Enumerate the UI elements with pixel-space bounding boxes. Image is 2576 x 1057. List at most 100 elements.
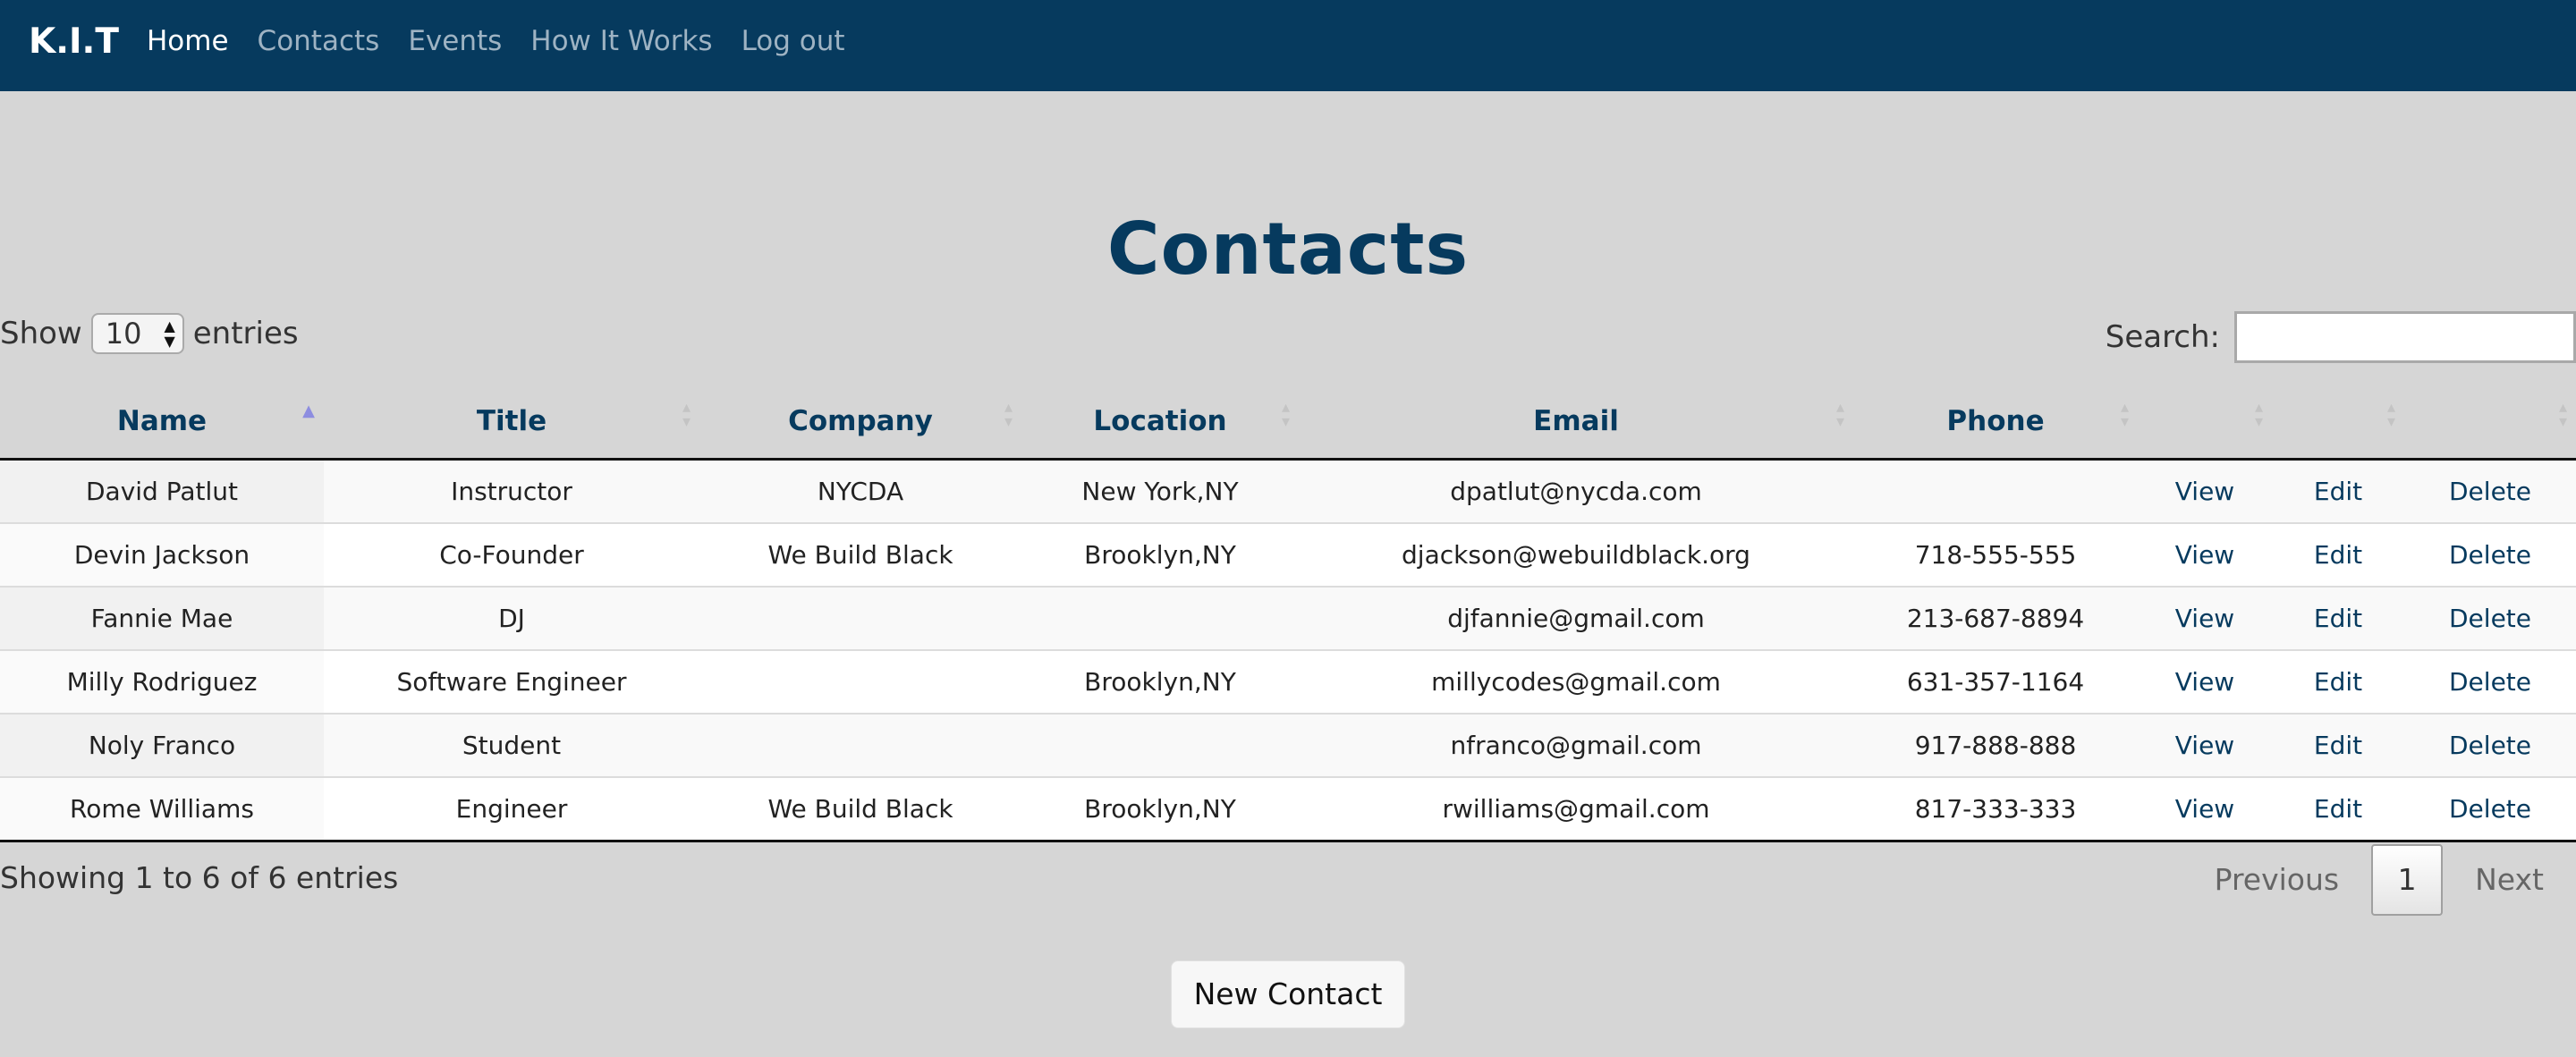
sort-both-icon: ▴ ▾ (1835, 398, 1844, 431)
edit-link[interactable]: Edit (2314, 667, 2362, 697)
column-header-name[interactable]: Name ▲ (0, 385, 324, 461)
edit-link[interactable]: Edit (2314, 540, 2362, 570)
view-link[interactable]: View (2175, 731, 2234, 760)
cell-title: Engineer (324, 776, 699, 842)
sort-both-icon: ▴ ▾ (682, 398, 691, 431)
nav-menu: Home Contacts Events How It Works Log ou… (147, 25, 845, 57)
sort-both-icon: ▴ ▾ (2558, 398, 2567, 431)
view-link[interactable]: View (2175, 794, 2234, 824)
view-link[interactable]: View (2175, 667, 2234, 697)
edit-link[interactable]: Edit (2314, 794, 2362, 824)
column-header-location[interactable]: Location ▴ ▾ (1021, 385, 1299, 461)
column-header-edit[interactable]: ▴ ▾ (2272, 385, 2404, 461)
brand-logo[interactable]: K.I.T (29, 21, 119, 62)
column-header-phone[interactable]: Phone ▴ ▾ (1853, 385, 2138, 461)
cell-title: Software Engineer (324, 649, 699, 714)
previous-page-button[interactable]: Previous (2182, 844, 2371, 916)
cell-name: Devin Jackson (0, 522, 324, 587)
column-header-email[interactable]: Email ▴ ▾ (1299, 385, 1853, 461)
cell-phone: 718-555-555 (1853, 522, 2138, 587)
cell-email: djfannie@gmail.com (1299, 586, 1853, 650)
cell-email: nfranco@gmail.com (1299, 713, 1853, 777)
search-input[interactable] (2234, 311, 2576, 363)
sort-both-icon: ▴ ▾ (2254, 398, 2263, 431)
cell-location (1021, 586, 1299, 650)
next-page-button[interactable]: Next (2443, 844, 2576, 916)
view-link[interactable]: View (2175, 477, 2234, 506)
new-contact-button[interactable]: New Contact (1171, 960, 1405, 1028)
entries-select[interactable]: 10 ▲ ▼ (90, 313, 184, 354)
nav-link-log-out[interactable]: Log out (741, 25, 845, 57)
nav-link-how-it-works[interactable]: How It Works (530, 25, 712, 57)
cell-email: dpatlut@nycda.com (1299, 459, 1853, 523)
nav-link-home[interactable]: Home (147, 25, 229, 57)
length-prefix-label: Show (0, 316, 82, 351)
top-navbar: K.I.T Home Contacts Events How It Works … (0, 0, 2576, 91)
delete-link[interactable]: Delete (2449, 731, 2531, 760)
page-title: Contacts (1106, 207, 1470, 291)
table-row: David Patlut Instructor NYCDA New York,N… (0, 459, 2576, 523)
cell-name: Milly Rodriguez (0, 649, 324, 714)
cell-company (699, 586, 1021, 650)
cell-company: We Build Black (699, 522, 1021, 587)
sort-both-icon: ▴ ▾ (1281, 398, 1290, 431)
page-1-button[interactable]: 1 (2371, 844, 2444, 916)
cell-title: Co-Founder (324, 522, 699, 587)
cell-phone: 817-333-333 (1853, 776, 2138, 842)
table-row: Rome Williams Engineer We Build Black Br… (0, 776, 2576, 842)
cell-location: New York,NY (1021, 459, 1299, 523)
column-header-title[interactable]: Title ▴ ▾ (324, 385, 699, 461)
cell-name: David Patlut (0, 459, 324, 523)
cell-phone: 631-357-1164 (1853, 649, 2138, 714)
cell-company (699, 649, 1021, 714)
cell-company: We Build Black (699, 776, 1021, 842)
cell-email: djackson@webuildblack.org (1299, 522, 1853, 587)
column-header-view[interactable]: ▴ ▾ (2138, 385, 2272, 461)
cell-location: Brooklyn,NY (1021, 522, 1299, 587)
cell-location: Brooklyn,NY (1021, 649, 1299, 714)
cell-company: NYCDA (699, 459, 1021, 523)
search-control: Search: (2106, 311, 2576, 363)
entries-select-value: 10 (105, 317, 142, 351)
delete-link[interactable]: Delete (2449, 540, 2531, 570)
edit-link[interactable]: Edit (2314, 604, 2362, 633)
contacts-table: Name ▲ Title ▴ ▾ Company ▴ ▾ Location ▴ ▾ Email… (0, 385, 2576, 842)
pagination: Previous 1 Next (2182, 844, 2576, 916)
cell-location: Brooklyn,NY (1021, 776, 1299, 842)
table-row: Fannie Mae DJ djfannie@gmail.com 213-687… (0, 586, 2576, 650)
length-suffix-label: entries (192, 316, 299, 351)
cell-phone (1853, 459, 2138, 523)
column-header-company[interactable]: Company ▴ ▾ (699, 385, 1021, 461)
search-label: Search: (2105, 319, 2220, 355)
sort-both-icon: ▴ ▾ (2120, 398, 2129, 431)
table-row: Milly Rodriguez Software Engineer Brookl… (0, 649, 2576, 714)
select-arrows-icon: ▲ ▼ (164, 317, 175, 350)
table-info-text: Showing 1 to 6 of 6 entries (0, 860, 399, 895)
nav-link-contacts[interactable]: Contacts (258, 25, 380, 57)
delete-link[interactable]: Delete (2449, 794, 2531, 824)
cell-title: Instructor (324, 459, 699, 523)
cell-email: millycodes@gmail.com (1299, 649, 1853, 714)
nav-link-events[interactable]: Events (408, 25, 502, 57)
edit-link[interactable]: Edit (2314, 477, 2362, 506)
delete-link[interactable]: Delete (2449, 477, 2531, 506)
cell-name: Noly Franco (0, 713, 324, 777)
table-row: Noly Franco Student nfranco@gmail.com 91… (0, 713, 2576, 777)
delete-link[interactable]: Delete (2449, 604, 2531, 633)
sort-asc-icon: ▲ (302, 402, 315, 420)
cell-email: rwilliams@gmail.com (1299, 776, 1853, 842)
column-header-delete[interactable]: ▴ ▾ (2404, 385, 2576, 461)
edit-link[interactable]: Edit (2314, 731, 2362, 760)
view-link[interactable]: View (2175, 540, 2234, 570)
cell-title: DJ (324, 586, 699, 650)
table-row: Devin Jackson Co-Founder We Build Black … (0, 522, 2576, 587)
sort-both-icon: ▴ ▾ (1004, 398, 1013, 431)
sort-both-icon: ▴ ▾ (2386, 398, 2395, 431)
cell-name: Rome Williams (0, 776, 324, 842)
cell-title: Student (324, 713, 699, 777)
table-header-row: Name ▲ Title ▴ ▾ Company ▴ ▾ Location ▴ ▾ Email… (0, 385, 2576, 461)
entries-length-control: Show 10 ▲ ▼ entries (0, 313, 299, 354)
cell-company (699, 713, 1021, 777)
view-link[interactable]: View (2175, 604, 2234, 633)
delete-link[interactable]: Delete (2449, 667, 2531, 697)
